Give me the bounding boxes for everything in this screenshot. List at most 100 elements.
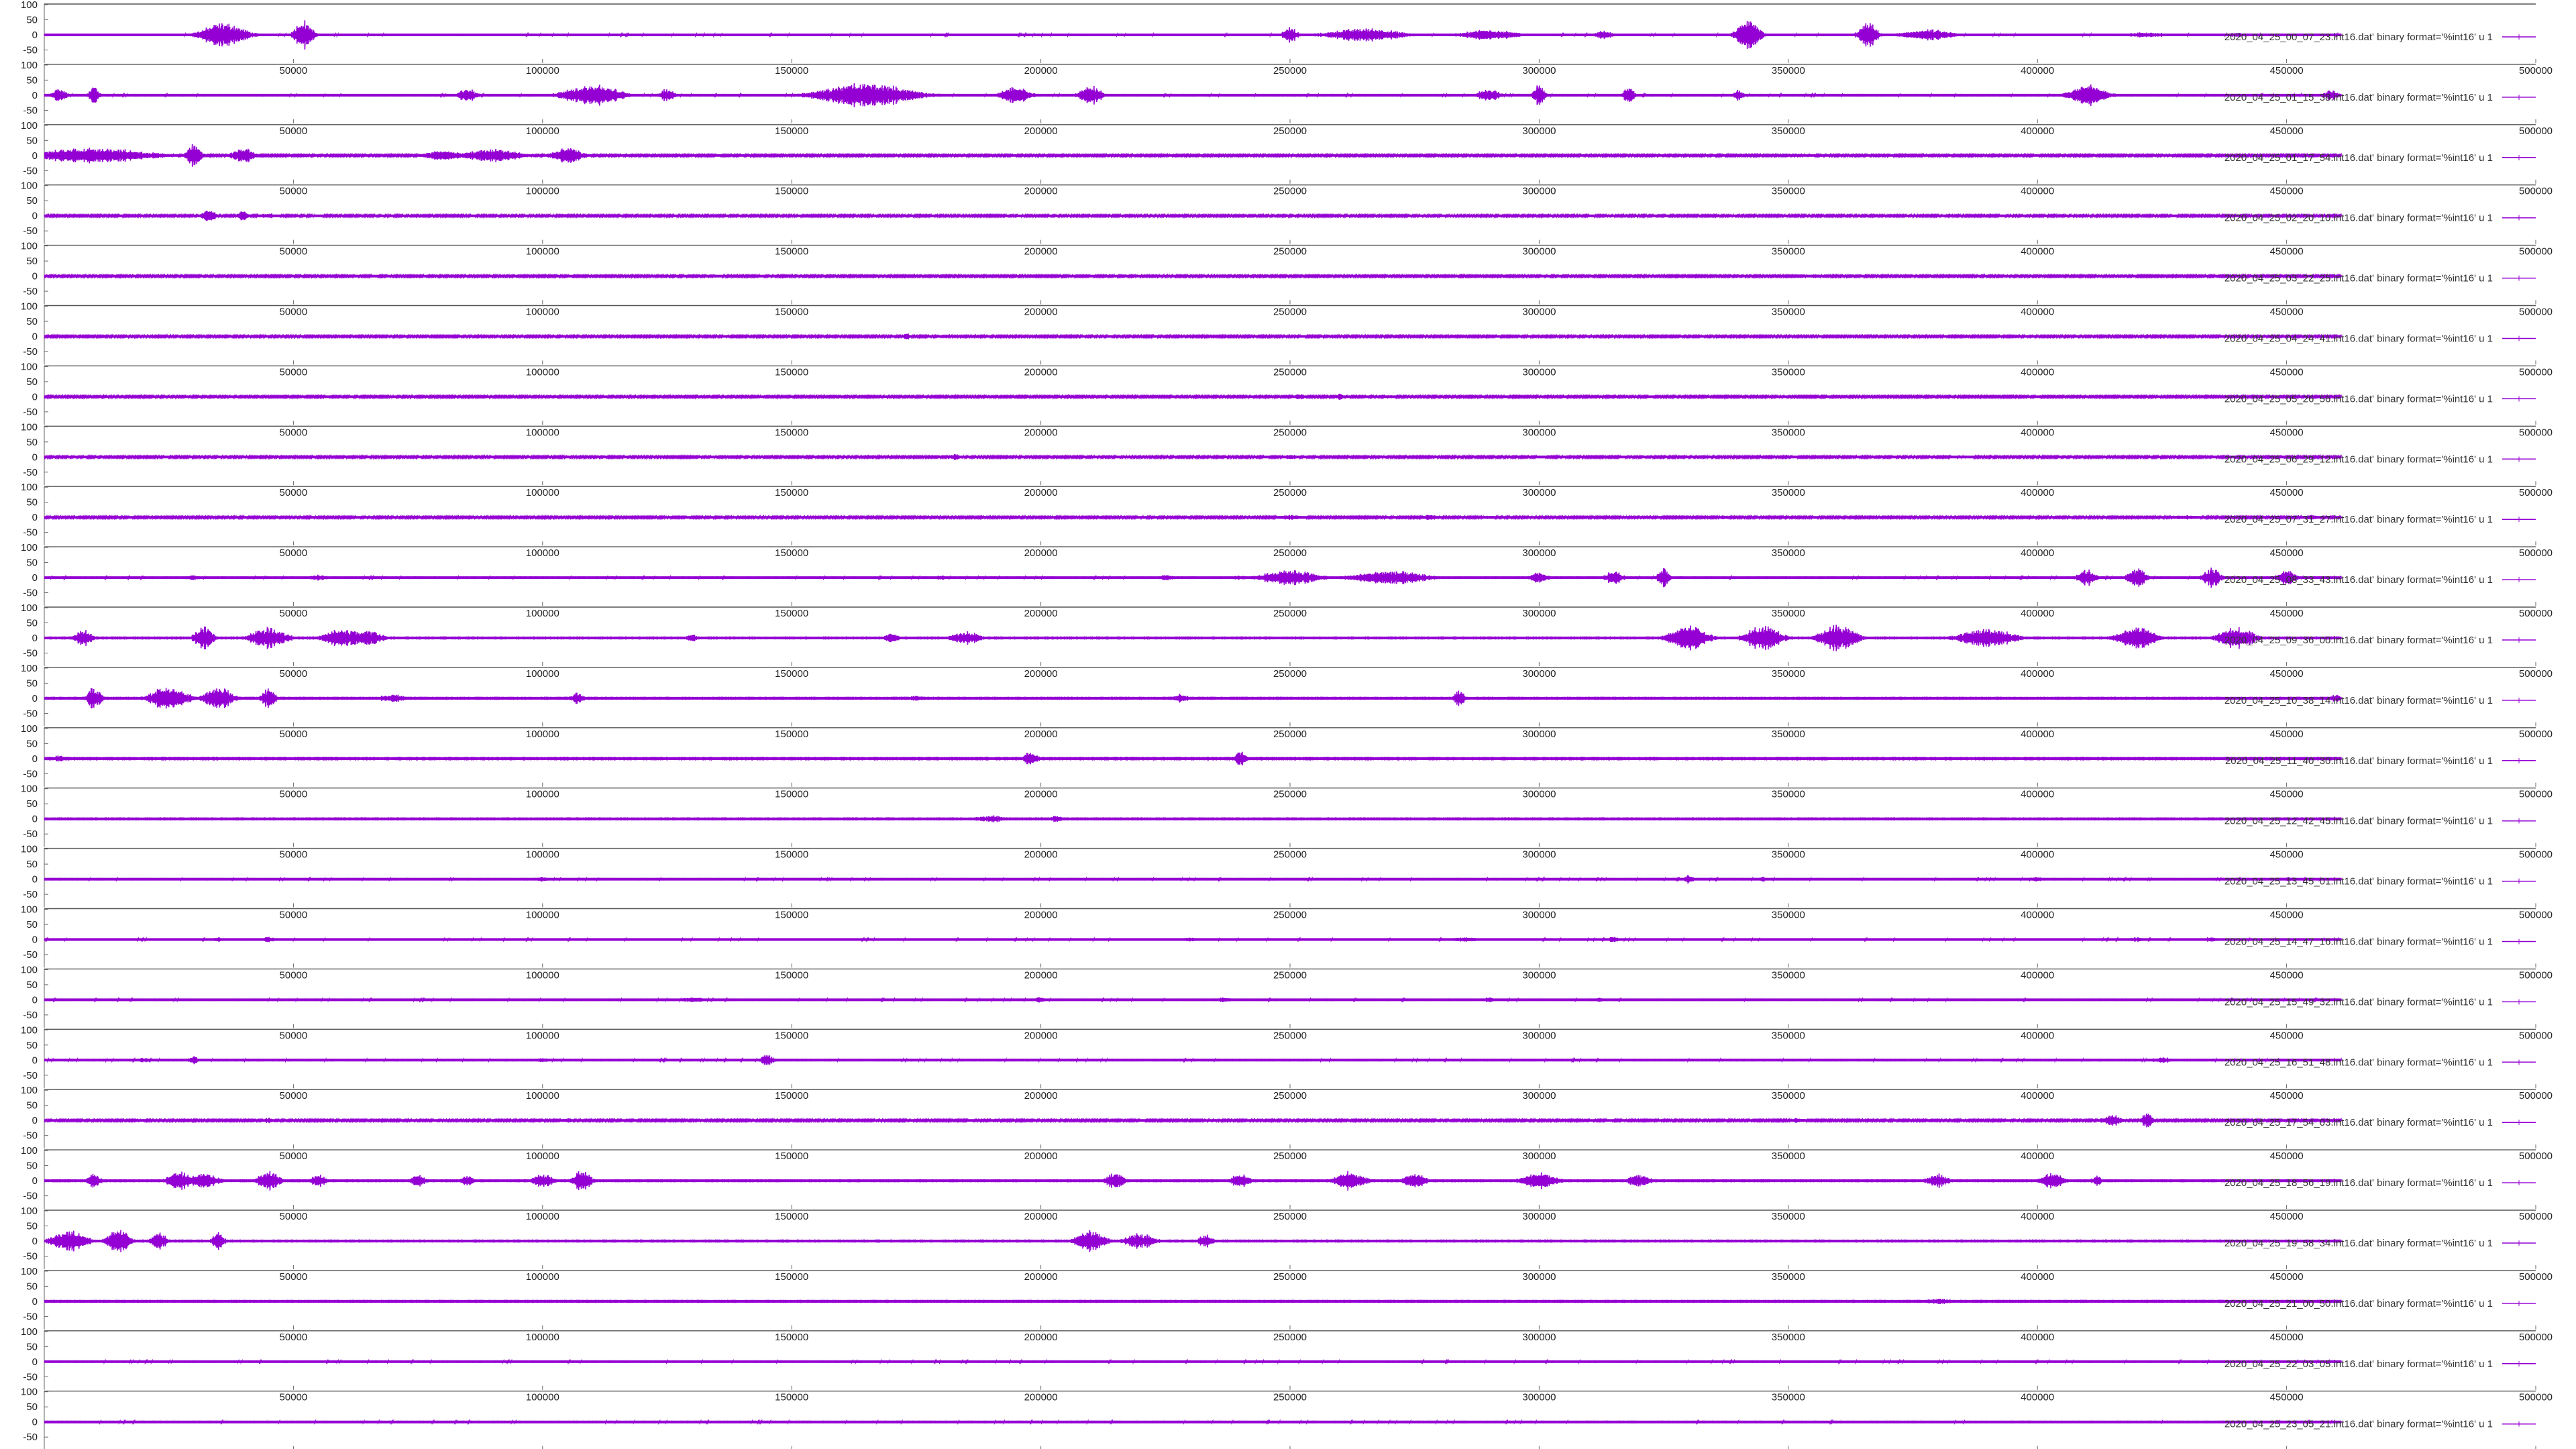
y-tick-label: 100 xyxy=(21,663,38,674)
legend-point-marker: + xyxy=(2516,1118,2522,1127)
x-tick-label: 200000 xyxy=(1024,1030,1058,1041)
x-tick-label: 300000 xyxy=(1522,487,1556,498)
x-tick-label: 200000 xyxy=(1024,125,1058,137)
x-tick-label: 150000 xyxy=(775,849,808,861)
x-tick-label: 500000 xyxy=(2519,910,2553,921)
x-tick-label: 500000 xyxy=(2519,125,2553,137)
x-tick-label: 50000 xyxy=(280,789,308,800)
legend-entry-label: 2020_04_25_01_17_54.int16.dat' binary fo… xyxy=(2224,152,2493,164)
y-tick-label: 50 xyxy=(26,376,38,388)
x-tick-label: 100000 xyxy=(526,668,559,680)
x-tick-label: 350000 xyxy=(1772,366,1805,378)
y-tick-label: -50 xyxy=(23,346,38,358)
x-tick-label: 250000 xyxy=(1273,1090,1307,1102)
y-tick-label: 0 xyxy=(32,1175,38,1187)
x-tick-label: 500000 xyxy=(2519,366,2553,378)
x-tick-label: 450000 xyxy=(2270,547,2304,559)
x-tick-label: 350000 xyxy=(1772,246,1805,258)
x-tick-label: 300000 xyxy=(1522,1211,1556,1222)
x-tick-label: 250000 xyxy=(1273,849,1307,861)
x-tick-label: 400000 xyxy=(2021,910,2054,921)
x-tick-label: 100000 xyxy=(526,729,559,740)
legend-entry-label: 2020_04_25_11_40_30.int16.dat' binary fo… xyxy=(2225,755,2493,767)
x-tick-label: 250000 xyxy=(1273,1271,1307,1283)
x-tick-label: 300000 xyxy=(1522,729,1556,740)
x-tick-label: 400000 xyxy=(2021,849,2054,861)
legend-point-marker: + xyxy=(2516,1238,2522,1248)
y-tick-label: 50 xyxy=(26,618,38,629)
x-tick-label: 400000 xyxy=(2021,969,2054,981)
y-tick-label: -50 xyxy=(23,105,38,116)
x-tick-label: 300000 xyxy=(1522,910,1556,921)
x-tick-label: 450000 xyxy=(2270,910,2304,921)
x-tick-label: 200000 xyxy=(1024,1211,1058,1222)
x-tick-label: 250000 xyxy=(1273,366,1307,378)
x-tick-label: 100000 xyxy=(526,1211,559,1222)
x-tick-label: 150000 xyxy=(775,427,808,438)
x-tick-label: 100000 xyxy=(526,65,559,76)
y-tick-label: -50 xyxy=(23,1010,38,1021)
x-tick-label: 150000 xyxy=(775,125,808,137)
x-tick-label: 500000 xyxy=(2519,246,2553,258)
legend-entry-label: 2020_04_25_03_22_25.int16.dat' binary fo… xyxy=(2224,273,2493,284)
legend-point-marker: + xyxy=(2516,575,2522,584)
x-tick-label: 400000 xyxy=(2021,608,2054,619)
y-tick-label: 50 xyxy=(26,979,38,991)
x-tick-label: 100000 xyxy=(526,186,559,197)
x-tick-label: 150000 xyxy=(775,729,808,740)
y-tick-label: 50 xyxy=(26,1161,38,1172)
y-tick-label: 50 xyxy=(26,437,38,448)
x-tick-label: 250000 xyxy=(1273,969,1307,981)
y-tick-label: 100 xyxy=(21,301,38,313)
x-tick-label: 350000 xyxy=(1772,729,1805,740)
x-tick-label: 100000 xyxy=(526,910,559,921)
x-tick-label: 100000 xyxy=(526,1150,559,1162)
x-tick-label: 150000 xyxy=(775,547,808,559)
y-tick-label: 100 xyxy=(21,964,38,975)
x-tick-label: 200000 xyxy=(1024,1392,1058,1403)
x-tick-label: 200000 xyxy=(1024,547,1058,559)
y-tick-label: -50 xyxy=(23,45,38,56)
legend-point-marker: + xyxy=(2516,334,2522,343)
x-tick-label: 300000 xyxy=(1522,547,1556,559)
x-tick-label: 450000 xyxy=(2270,487,2304,498)
legend-entry-label: 2020_04_25_01_15_38.int16.dat' binary fo… xyxy=(2224,92,2493,103)
x-tick-label: 250000 xyxy=(1273,1030,1307,1041)
x-tick-label: 250000 xyxy=(1273,547,1307,559)
x-tick-label: 400000 xyxy=(2021,487,2054,498)
legend-point-marker: + xyxy=(2516,937,2522,947)
y-tick-label: 0 xyxy=(32,512,38,523)
y-tick-label: 100 xyxy=(21,361,38,372)
x-tick-label: 300000 xyxy=(1522,186,1556,197)
y-tick-label: 0 xyxy=(32,90,38,101)
x-tick-label: 500000 xyxy=(2519,729,2553,740)
x-tick-label: 400000 xyxy=(2021,186,2054,197)
x-tick-label: 350000 xyxy=(1772,608,1805,619)
x-tick-label: 400000 xyxy=(2021,1271,2054,1283)
y-tick-label: 50 xyxy=(26,1341,38,1352)
x-tick-label: 450000 xyxy=(2270,969,2304,981)
legend-entry-label: 2020_04_25_12_42_45.int16.dat' binary fo… xyxy=(2224,816,2493,827)
x-tick-label: 250000 xyxy=(1273,246,1307,258)
y-tick-label: -50 xyxy=(23,165,38,176)
x-tick-label: 100000 xyxy=(526,307,559,318)
legend-point-marker: + xyxy=(2516,1178,2522,1187)
legend-entry-label: 2020_04_25_22_03_05.int16.dat' binary fo… xyxy=(2224,1358,2493,1370)
x-tick-label: 500000 xyxy=(2519,1150,2553,1162)
x-tick-label: 400000 xyxy=(2021,729,2054,740)
x-tick-label: 50000 xyxy=(280,125,308,137)
x-tick-label: 100000 xyxy=(526,547,559,559)
legend-point-marker: + xyxy=(2516,274,2522,283)
x-tick-label: 500000 xyxy=(2519,849,2553,861)
x-tick-label: 300000 xyxy=(1522,427,1556,438)
x-tick-label: 100000 xyxy=(526,487,559,498)
x-tick-label: 350000 xyxy=(1772,125,1805,137)
x-tick-label: 400000 xyxy=(2021,65,2054,76)
y-tick-label: 100 xyxy=(21,120,38,131)
x-tick-label: 100000 xyxy=(526,1271,559,1283)
x-tick-label: 450000 xyxy=(2270,1150,2304,1162)
x-tick-label: 300000 xyxy=(1522,1271,1556,1283)
y-tick-label: 50 xyxy=(26,738,38,749)
x-tick-label: 150000 xyxy=(775,1030,808,1041)
subplot-1: 100 50 0 -50 50000 100000 150000 200000 250000 30… xyxy=(21,0,2553,76)
